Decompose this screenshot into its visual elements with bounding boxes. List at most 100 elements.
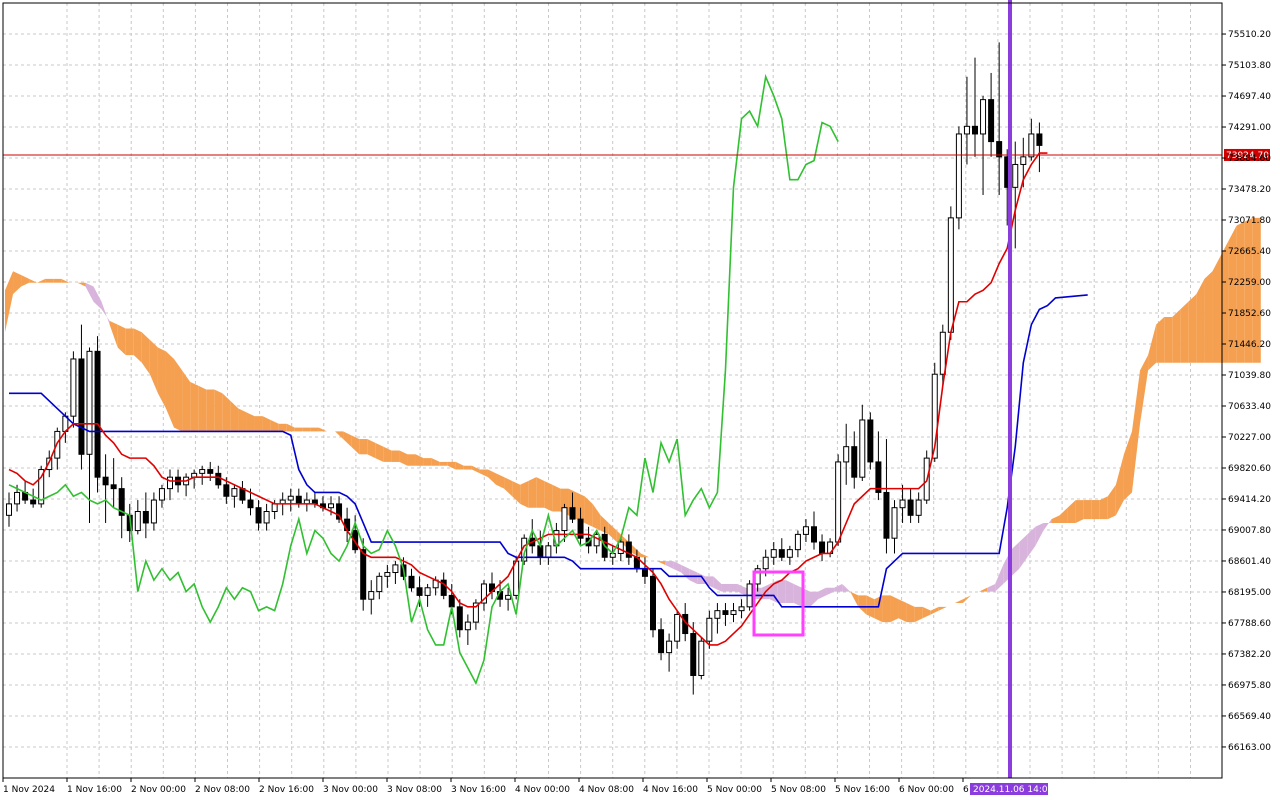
candle-body-down: [907, 499, 914, 516]
candle-body-up: [706, 617, 713, 642]
cloud-segment-bullish: [520, 480, 529, 508]
candle-body-up: [464, 621, 471, 631]
y-tick-label: 75510.20: [1228, 30, 1271, 40]
candle-body-down: [690, 633, 697, 676]
candle-body-up: [231, 488, 238, 497]
candle-body-down: [819, 541, 826, 554]
y-tick-label: 67788.60: [1228, 619, 1271, 629]
candle-body-up: [762, 556, 769, 570]
cloud-segment-bullish: [1204, 271, 1213, 363]
cloud-segment-bullish: [544, 480, 553, 512]
y-tick-label: 70633.40: [1228, 402, 1271, 412]
candle-body-up: [955, 133, 962, 219]
x-tick-label: 1 Nov 16:00: [67, 785, 122, 795]
candle-body-up: [786, 549, 793, 558]
cloud-segment-bullish: [439, 461, 448, 466]
candle-body-up: [939, 331, 946, 375]
cloud-segment-bullish: [1091, 500, 1100, 520]
cloud-segment-bullish: [1099, 496, 1108, 520]
candle-body-up: [1028, 133, 1035, 158]
cloud-segment-bearish: [721, 583, 730, 592]
time-marker-label: 2024.11.06 14:00: [973, 785, 1054, 795]
cloud-segment-bullish: [1083, 500, 1092, 520]
candle-body-down: [408, 575, 415, 589]
y-tick-label: 71039.80: [1228, 371, 1271, 381]
candle-body-down: [110, 484, 117, 490]
candle-body-down: [215, 472, 222, 486]
candle-body-up: [891, 507, 898, 539]
x-tick-label: 3 Nov 16:00: [451, 785, 506, 795]
y-tick-label: 68195.00: [1228, 588, 1271, 598]
candle-body-down: [851, 446, 858, 478]
cloud-segment-bullish: [125, 328, 134, 356]
candle-body-up: [617, 541, 624, 554]
cloud-segment-bullish: [1075, 500, 1084, 523]
x-tick-label: 5 Nov 08:00: [771, 785, 826, 795]
candle-body-up: [505, 594, 512, 600]
x-tick-label: 2 Nov 16:00: [259, 785, 314, 795]
cloud-segment-bullish: [278, 423, 287, 432]
cloud-segment-bullish: [254, 416, 263, 432]
cloud-segment-bullish: [302, 427, 311, 432]
candle-body-down: [867, 419, 874, 463]
y-tick-label: 71446.20: [1228, 340, 1271, 350]
cloud-segment-bullish: [407, 454, 416, 466]
cloud-segment-bullish: [528, 477, 537, 508]
candle-body-down: [972, 125, 978, 135]
y-tick-label: 68601.40: [1228, 557, 1271, 567]
candle-body-down: [883, 491, 890, 539]
candle-body-up: [368, 591, 375, 600]
candle-body-up: [6, 503, 12, 516]
candle-body-up: [730, 610, 737, 615]
x-tick-label: 2 Nov 00:00: [131, 785, 186, 795]
cloud-segment-bullish: [1180, 301, 1189, 363]
candle-body-up: [199, 469, 206, 474]
candle-body-down: [416, 587, 423, 596]
cloud-segment-bullish: [238, 408, 247, 432]
y-tick-label: 69007.80: [1228, 526, 1271, 536]
x-tick-label: 5 Nov 16:00: [835, 785, 890, 795]
candle-body-down: [142, 511, 149, 524]
candle-body-up: [392, 564, 399, 574]
y-tick-label: 72665.40: [1228, 247, 1271, 257]
candle-body-up: [794, 533, 801, 551]
y-tick-label: 66975.80: [1228, 681, 1271, 691]
cloud-segment-bullish: [391, 450, 400, 462]
y-tick-label: 70227.00: [1228, 433, 1271, 443]
candle-body-down: [988, 99, 995, 143]
y-tick-label: 66163.00: [1228, 743, 1271, 753]
candle-body-up: [802, 526, 809, 535]
cloud-segment-bullish: [1212, 255, 1221, 363]
candle-body-down: [94, 350, 101, 478]
candle-body-down: [641, 568, 648, 577]
cloud-segment-bullish: [552, 484, 561, 512]
candle-body-up: [70, 358, 77, 417]
candle-body-up: [770, 549, 777, 558]
candle-body-up: [843, 446, 850, 463]
x-tick-label: 6: [963, 785, 969, 795]
cloud-segment-bullish: [198, 385, 207, 432]
y-tick-label: 71852.60: [1228, 309, 1271, 319]
x-tick-label: 4 Nov 08:00: [579, 785, 634, 795]
candle-body-up: [271, 503, 278, 513]
candle-body-up: [835, 461, 842, 543]
candle-body-down: [811, 526, 817, 543]
candle-body-up: [980, 99, 987, 135]
cloud-segment-bullish: [890, 595, 899, 623]
cloud-segment-bullish: [874, 595, 883, 623]
cloud-segment-bullish: [536, 477, 545, 508]
candle-body-down: [295, 495, 302, 505]
x-tick-label: 3 Nov 08:00: [387, 785, 442, 795]
candle-body-up: [424, 587, 431, 596]
candle-body-up: [513, 560, 520, 596]
ichimoku-chart: 73924.702024.11.06 14:00 75510.2075103.8…: [0, 0, 1280, 800]
y-tick-label: 72259.00: [1228, 278, 1271, 288]
cloud-segment-bearish: [729, 583, 738, 592]
candle-body-up: [14, 491, 21, 505]
candle-body-up: [150, 499, 157, 524]
candle-body-down: [78, 358, 85, 455]
candle-body-down: [722, 610, 729, 615]
y-tick-label: 75103.80: [1228, 61, 1271, 71]
candle-body-down: [1036, 133, 1043, 146]
candle-body-up: [376, 575, 383, 593]
